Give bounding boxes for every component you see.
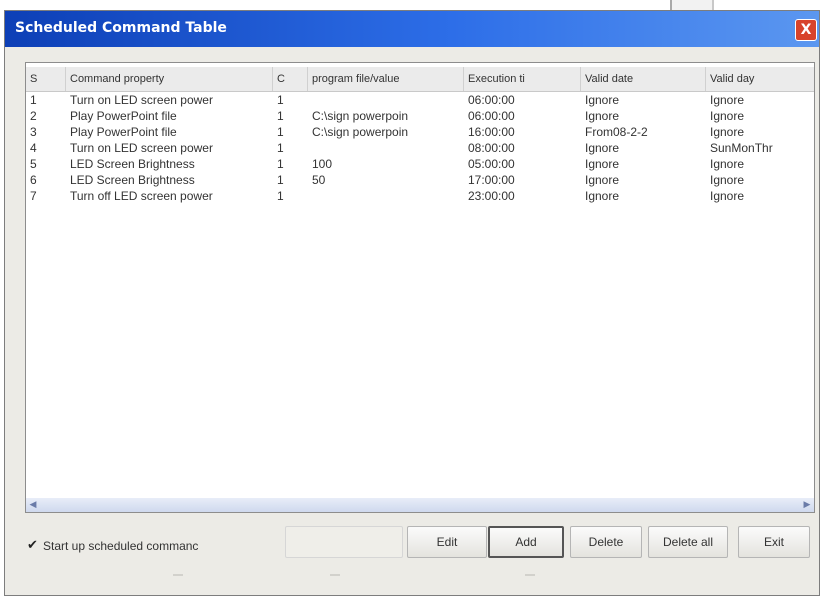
execution-time-cell: 06:00:00 <box>468 109 515 123</box>
command-property-cell: LED Screen Brightness <box>70 157 195 171</box>
valid-day-cell: Ignore <box>710 125 745 139</box>
table-row[interactable]: 3 Play PowerPoint file 1 C:\sign powerpoin 1… <box>26 124 814 140</box>
valid-date-cell: Ignore <box>585 173 620 187</box>
column-header-program-file[interactable]: program file/value <box>308 67 464 91</box>
valid-day-cell: Ignore <box>710 157 745 171</box>
startup-checkbox-label: Start up scheduled commanc <box>43 539 199 553</box>
program-file-cell: 50 <box>312 173 326 187</box>
window-title: Scheduled Command Table <box>15 20 227 36</box>
command-property-cell: Turn on LED screen power <box>70 93 213 107</box>
column-header-count[interactable]: C <box>273 67 308 91</box>
count-cell: 1 <box>277 125 284 139</box>
valid-date-cell: From08-2-2 <box>585 125 648 139</box>
execution-time-cell: 05:00:00 <box>468 157 515 171</box>
execution-time-cell: 16:00:00 <box>468 125 515 139</box>
sequence-cell: 3 <box>30 125 37 139</box>
table-row[interactable]: 4 Turn on LED screen power 1 08:00:00 Ignore… <box>26 140 814 156</box>
table-row[interactable]: 6 LED Screen Brightness 1 50 17:00:00 Ignore I… <box>26 172 814 188</box>
resize-tick <box>330 568 340 576</box>
sequence-cell: 2 <box>30 109 37 123</box>
sequence-cell: 4 <box>30 141 37 155</box>
checkmark-icon[interactable]: ✔ <box>27 538 41 554</box>
valid-date-cell: Ignore <box>585 157 620 171</box>
count-cell: 1 <box>277 189 284 203</box>
program-file-cell: C:\sign powerpoin <box>312 109 409 123</box>
program-file-cell: C:\sign powerpoin <box>312 125 409 139</box>
valid-day-cell: Ignore <box>710 189 745 203</box>
sequence-cell: 5 <box>30 157 37 171</box>
sequence-cell: 1 <box>30 93 37 107</box>
program-file-cell <box>308 188 464 204</box>
table-row[interactable]: 2 Play PowerPoint file 1 C:\sign powerpoin 0… <box>26 108 814 124</box>
program-file-cell <box>308 140 464 156</box>
command-property-cell: Play PowerPoint file <box>70 125 177 139</box>
add-button[interactable]: Add <box>488 526 564 558</box>
valid-date-cell: Ignore <box>585 109 620 123</box>
execution-time-cell: 23:00:00 <box>468 189 515 203</box>
program-file-cell: 100 <box>312 157 333 171</box>
column-header-valid-day[interactable]: Valid day <box>706 67 814 91</box>
count-cell: 1 <box>277 157 284 171</box>
column-header-command-property[interactable]: Command property <box>66 67 273 91</box>
scroll-right-arrow-icon[interactable]: ▶ <box>800 498 814 512</box>
command-list[interactable]: S Command property C program file/value … <box>25 62 815 513</box>
exit-button[interactable]: Exit <box>738 526 810 558</box>
execution-time-cell: 06:00:00 <box>468 93 515 107</box>
execution-time-cell: 17:00:00 <box>468 173 515 187</box>
valid-date-cell: Ignore <box>585 93 620 107</box>
horizontal-scrollbar[interactable]: ◀ ▶ <box>26 498 814 512</box>
table-header: S Command property C program file/value … <box>26 67 814 92</box>
execution-time-cell: 08:00:00 <box>468 141 515 155</box>
command-property-cell: Turn on LED screen power <box>70 141 213 155</box>
valid-date-cell: Ignore <box>585 141 620 155</box>
command-property-cell: Turn off LED screen power <box>70 189 213 203</box>
scheduled-command-dialog: Scheduled Command Table X S Command prop… <box>4 10 820 596</box>
column-header-valid-date[interactable]: Valid date <box>581 67 706 91</box>
table-row[interactable]: 1 Turn on LED screen power 1 06:00:00 Ignore… <box>26 92 814 108</box>
command-property-cell: Play PowerPoint file <box>70 109 177 123</box>
column-header-sequence[interactable]: S <box>26 67 66 91</box>
count-cell: 1 <box>277 141 284 155</box>
delete-button[interactable]: Delete <box>570 526 642 558</box>
title-bar[interactable]: Scheduled Command Table X <box>5 11 819 47</box>
status-strip <box>5 566 819 591</box>
program-file-cell <box>308 92 464 108</box>
column-header-execution-time[interactable]: Execution ti <box>464 67 581 91</box>
resize-tick <box>173 568 183 576</box>
close-button[interactable]: X <box>795 19 817 41</box>
background-window-edge <box>670 0 714 10</box>
count-cell: 1 <box>277 173 284 187</box>
scroll-left-arrow-icon[interactable]: ◀ <box>26 498 40 512</box>
table-row[interactable]: 5 LED Screen Brightness 1 100 05:00:00 Ignore… <box>26 156 814 172</box>
count-cell: 1 <box>277 93 284 107</box>
valid-day-cell: SunMonThr <box>710 141 773 155</box>
delete-all-button[interactable]: Delete all <box>648 526 728 558</box>
close-icon: X <box>800 22 812 38</box>
button-bar: ✔ Start up scheduled commanc Edit Add De… <box>5 516 819 566</box>
sequence-cell: 6 <box>30 173 37 187</box>
valid-day-cell: Ignore <box>710 109 745 123</box>
valid-date-cell: Ignore <box>585 189 620 203</box>
valid-day-cell: Ignore <box>710 173 745 187</box>
valid-day-cell: Ignore <box>710 93 745 107</box>
command-property-cell: LED Screen Brightness <box>70 173 195 187</box>
blank-button[interactable] <box>285 526 403 558</box>
table-row[interactable]: 7 Turn off LED screen power 1 23:00:00 Ignor… <box>26 188 814 204</box>
edit-button[interactable]: Edit <box>407 526 487 558</box>
count-cell: 1 <box>277 109 284 123</box>
sequence-cell: 7 <box>30 189 37 203</box>
resize-tick <box>525 568 535 576</box>
